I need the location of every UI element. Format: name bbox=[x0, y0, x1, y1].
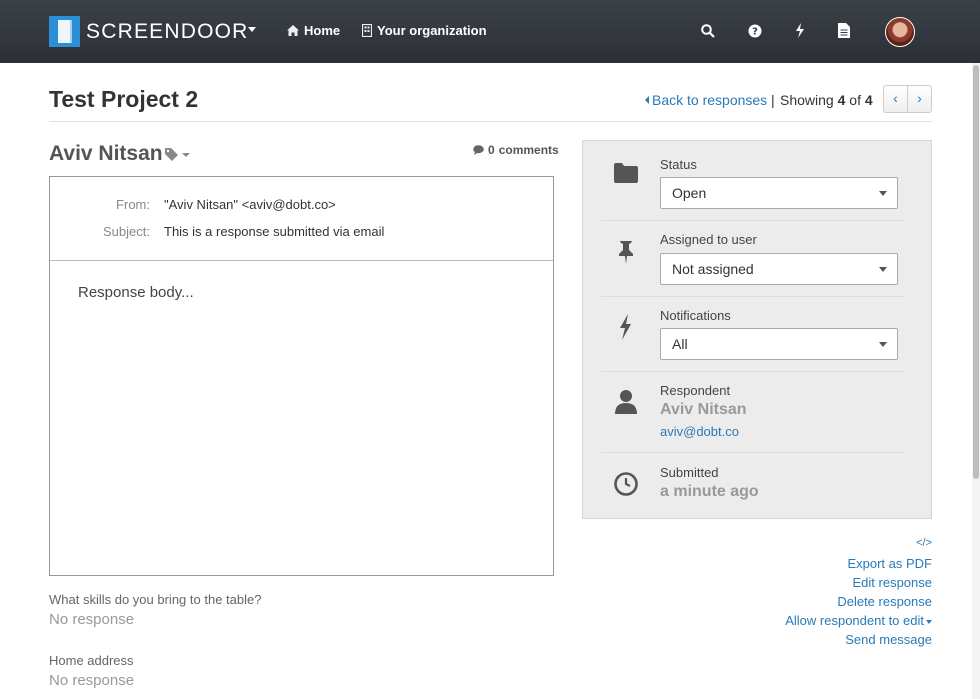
nav-organization-link[interactable]: Your organization bbox=[362, 23, 487, 38]
assigned-select-value: Not assigned bbox=[672, 261, 754, 277]
comments-label: comments bbox=[498, 143, 559, 157]
home-icon bbox=[287, 25, 299, 36]
chevron-down-icon bbox=[879, 191, 887, 196]
user-avatar[interactable] bbox=[885, 17, 915, 47]
panel-divider bbox=[601, 371, 904, 372]
showing-count: Showing 4 of 4 bbox=[780, 92, 873, 108]
separator: | bbox=[771, 92, 775, 108]
email-subject-value: This is a response submitted via email bbox=[164, 224, 385, 239]
panel-divider bbox=[601, 220, 904, 221]
chevron-down-icon bbox=[879, 342, 887, 347]
field-label-address: Home address bbox=[49, 653, 134, 668]
lightning-icon[interactable] bbox=[790, 21, 810, 41]
respondent-heading: Aviv Nitsan bbox=[49, 142, 163, 165]
field-value-skills: No response bbox=[49, 611, 135, 628]
chevron-down-icon bbox=[879, 267, 887, 272]
assigned-label: Assigned to user bbox=[660, 232, 757, 247]
brand-name: SCREENDOOR bbox=[86, 19, 249, 43]
notifications-label: Notifications bbox=[660, 308, 731, 323]
field-label-skills: What skills do you bring to the table? bbox=[49, 592, 262, 607]
email-body: Response body... bbox=[78, 284, 194, 301]
user-icon bbox=[613, 389, 639, 415]
respondent-label: Respondent bbox=[660, 383, 731, 398]
response-actions: </> Export as PDF Edit response Delete r… bbox=[785, 536, 932, 649]
clock-icon bbox=[613, 471, 639, 497]
svg-text:?: ? bbox=[752, 27, 758, 38]
notifications-select[interactable]: All bbox=[660, 328, 898, 360]
caret-left-icon bbox=[645, 96, 649, 104]
next-response-button[interactable]: › bbox=[908, 86, 931, 112]
email-from-value: "Aviv Nitsan" <aviv@dobt.co> bbox=[164, 197, 336, 212]
top-navbar: SCREENDOOR Home Your organization ? bbox=[0, 0, 980, 63]
pushpin-icon bbox=[613, 239, 639, 265]
response-details-panel: Status Open Assigned to user Not assigne… bbox=[582, 140, 932, 519]
tag-icon[interactable] bbox=[165, 148, 178, 164]
comments-count: 0 bbox=[488, 143, 495, 157]
panel-divider bbox=[601, 296, 904, 297]
showing-of: of bbox=[849, 92, 861, 108]
email-header: From: "Aviv Nitsan" <aviv@dobt.co> Subje… bbox=[50, 177, 553, 261]
previous-response-button[interactable]: ‹ bbox=[884, 86, 908, 112]
email-preview: From: "Aviv Nitsan" <aviv@dobt.co> Subje… bbox=[49, 176, 554, 576]
lightning-icon bbox=[613, 314, 639, 340]
field-value-address: No response bbox=[49, 672, 135, 689]
page-title: Test Project 2 bbox=[49, 86, 199, 112]
folder-icon bbox=[613, 161, 639, 187]
scrollbar-thumb[interactable] bbox=[973, 65, 979, 479]
delete-response-link[interactable]: Delete response bbox=[785, 592, 932, 611]
help-icon[interactable]: ? bbox=[745, 21, 765, 41]
allow-respondent-edit-label: Allow respondent to edit bbox=[785, 613, 924, 628]
submitted-label: Submitted bbox=[660, 465, 719, 480]
panel-divider bbox=[601, 452, 904, 453]
back-to-responses-link[interactable]: Back to responses bbox=[645, 92, 767, 108]
nav-organization-label: Your organization bbox=[377, 23, 487, 38]
screendoor-logo-icon bbox=[49, 16, 80, 47]
respondent-name: Aviv Nitsan bbox=[660, 401, 747, 418]
showing-prefix: Showing bbox=[780, 92, 834, 108]
tag-menu-caret-icon[interactable] bbox=[182, 153, 190, 157]
status-select-value: Open bbox=[672, 185, 707, 201]
comment-icon bbox=[473, 145, 484, 155]
comments-link[interactable]: 0 comments bbox=[473, 143, 559, 157]
send-message-link[interactable]: Send message bbox=[785, 630, 932, 649]
header-divider bbox=[49, 121, 932, 122]
notifications-select-value: All bbox=[672, 336, 688, 352]
email-subject-label: Subject: bbox=[103, 224, 150, 239]
nav-home-label: Home bbox=[304, 23, 341, 38]
edit-response-link[interactable]: Edit response bbox=[785, 573, 933, 592]
nav-home-link[interactable]: Home bbox=[287, 23, 340, 38]
building-icon bbox=[362, 24, 372, 37]
showing-current: 4 bbox=[837, 92, 846, 108]
brand[interactable]: SCREENDOOR bbox=[49, 16, 249, 47]
page-scrollbar[interactable] bbox=[972, 63, 980, 699]
allow-respondent-edit-dropdown[interactable]: Allow respondent to edit bbox=[785, 611, 932, 630]
document-icon[interactable] bbox=[834, 21, 854, 41]
submitted-value: a minute ago bbox=[660, 483, 759, 500]
chevron-down-icon bbox=[926, 619, 932, 624]
search-icon[interactable] bbox=[698, 21, 718, 41]
pager: ‹ › bbox=[883, 85, 932, 113]
assigned-select[interactable]: Not assigned bbox=[660, 253, 898, 285]
brand-menu-caret-icon[interactable] bbox=[248, 27, 256, 32]
respondent-email-link[interactable]: aviv@dobt.co bbox=[660, 424, 739, 439]
export-pdf-link[interactable]: Export as PDF bbox=[785, 554, 932, 573]
showing-total: 4 bbox=[864, 92, 873, 108]
status-select[interactable]: Open bbox=[660, 177, 898, 209]
embed-code-icon[interactable]: </> bbox=[785, 536, 932, 550]
email-from-label: From: bbox=[116, 197, 150, 212]
status-label: Status bbox=[660, 157, 697, 172]
back-to-responses-label: Back to responses bbox=[652, 92, 768, 108]
